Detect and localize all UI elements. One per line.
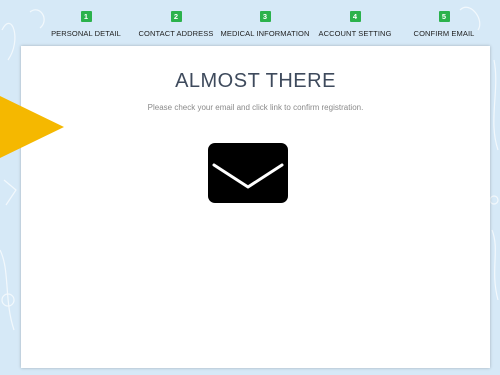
step-label: CONFIRM EMAIL <box>413 29 475 38</box>
envelope-icon <box>208 143 288 203</box>
step-number: 4 <box>349 11 361 22</box>
page-title: ALMOST THERE <box>175 70 336 92</box>
arrow-icon <box>0 96 64 158</box>
registration-steps: 1 PERSONAL DETAIL 2 CONTACT ADDRESS 3 ME… <box>0 0 500 40</box>
confirmation-message: Please check your email and click link t… <box>147 103 364 112</box>
step-number: 1 <box>80 11 92 22</box>
step-number: 2 <box>170 11 182 22</box>
step-number: 3 <box>259 11 271 22</box>
confirmation-card: ALMOST THERE Please check your email and… <box>21 46 490 368</box>
step-confirm-email[interactable]: 5 CONFIRM EMAIL <box>384 6 500 38</box>
step-number: 5 <box>438 11 450 22</box>
